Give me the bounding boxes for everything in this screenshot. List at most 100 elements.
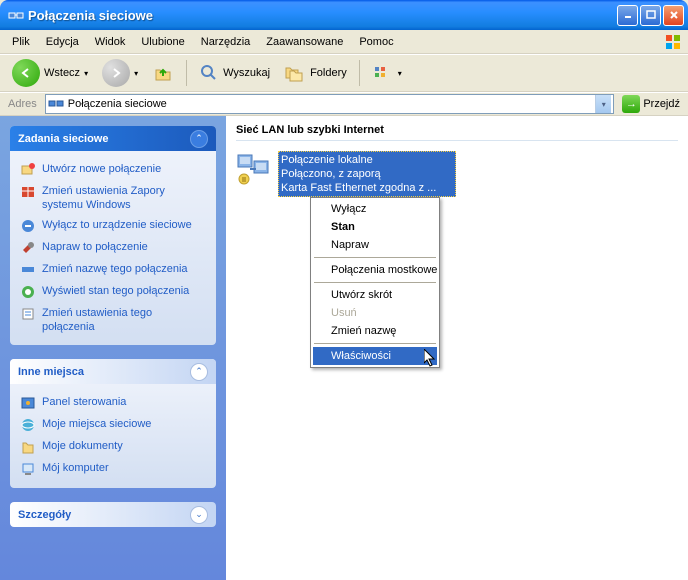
task-change-settings[interactable]: Zmień ustawienia tego połączenia	[20, 303, 206, 337]
ctx-shortcut[interactable]: Utwórz skrót	[313, 286, 437, 304]
computer-icon	[20, 461, 36, 477]
tasks-panel: Zadania sieciowe ⌃ Utwórz nowe połączeni…	[10, 126, 216, 345]
go-icon: →	[622, 95, 640, 113]
toolbar-separator	[186, 60, 187, 86]
minimize-button[interactable]	[617, 5, 638, 26]
address-label: Adres	[4, 98, 41, 110]
views-button[interactable]: ▾	[366, 59, 408, 87]
place-my-computer[interactable]: Mój komputer	[20, 458, 206, 480]
folders-button[interactable]: Foldery	[278, 59, 353, 87]
task-create-connection[interactable]: Utwórz nowe połączenie	[20, 159, 206, 181]
address-field[interactable]: Połączenia sieciowe ▾	[45, 94, 615, 114]
menu-advanced[interactable]: Zaawansowane	[258, 33, 351, 51]
wizard-icon	[20, 162, 36, 178]
ctx-rename[interactable]: Zmień nazwę	[313, 322, 437, 340]
ctx-separator	[314, 257, 436, 258]
address-bar: Adres Połączenia sieciowe ▾ → Przejdź	[0, 92, 688, 116]
places-panel: Inne miejsca ⌃ Panel sterowania Moje mie…	[10, 359, 216, 488]
maximize-button[interactable]	[640, 5, 661, 26]
forward-icon	[102, 59, 130, 87]
search-icon	[199, 63, 219, 83]
task-rename[interactable]: Zmień nazwę tego połączenia	[20, 259, 206, 281]
collapse-icon[interactable]: ⌃	[190, 130, 208, 148]
firewall-icon	[20, 184, 36, 200]
go-label: Przejdź	[643, 98, 680, 110]
places-panel-title: Inne miejsca	[18, 366, 190, 378]
views-dropdown-icon: ▾	[398, 69, 402, 78]
address-dropdown[interactable]: ▾	[595, 95, 611, 113]
network-places-icon	[20, 417, 36, 433]
control-panel-icon	[20, 395, 36, 411]
sidebar: Zadania sieciowe ⌃ Utwórz nowe połączeni…	[0, 116, 226, 580]
task-view-status[interactable]: Wyświetl stan tego połączenia	[20, 281, 206, 303]
task-disable-device[interactable]: Wyłącz to urządzenie sieciowe	[20, 215, 206, 237]
toolbar-separator	[359, 60, 360, 86]
menu-view[interactable]: Widok	[87, 33, 134, 51]
ctx-properties[interactable]: Właściwości	[313, 347, 437, 365]
places-panel-header[interactable]: Inne miejsca ⌃	[10, 359, 216, 384]
connection-name: Połączenie lokalne	[281, 153, 441, 167]
forward-dropdown-icon: ▾	[134, 69, 138, 78]
menu-favorites[interactable]: Ulubione	[133, 33, 192, 51]
settings-icon	[20, 306, 36, 322]
window-icon	[8, 7, 24, 23]
folder-up-icon	[152, 62, 174, 84]
connection-icon	[236, 151, 272, 187]
content-area: Sieć LAN lub szybki Internet Połączenie …	[226, 116, 688, 580]
menu-help[interactable]: Pomoc	[351, 33, 401, 51]
details-panel-title: Szczegóły	[18, 509, 190, 521]
toolbar: Wstecz ▾ ▾ Wyszukaj Foldery ▾	[0, 54, 688, 92]
back-button[interactable]: Wstecz ▾	[6, 55, 94, 91]
close-button[interactable]	[663, 5, 684, 26]
section-header: Sieć LAN lub szybki Internet	[236, 122, 678, 141]
menu-file[interactable]: Plik	[4, 33, 38, 51]
menu-bar: Plik Edycja Widok Ulubione Narzędzia Zaa…	[0, 30, 688, 54]
address-value: Połączenia sieciowe	[68, 98, 592, 110]
back-icon	[12, 59, 40, 87]
tasks-panel-title: Zadania sieciowe	[18, 133, 190, 145]
ctx-bridge[interactable]: Połączenia mostkowe	[313, 261, 437, 279]
menu-edit[interactable]: Edycja	[38, 33, 87, 51]
documents-icon	[20, 439, 36, 455]
folders-icon	[284, 63, 306, 83]
task-firewall-settings[interactable]: Zmień ustawienia Zapory systemu Windows	[20, 181, 206, 215]
place-control-panel[interactable]: Panel sterowania	[20, 392, 206, 414]
rename-icon	[20, 262, 36, 278]
details-panel: Szczegóły ⌄	[10, 502, 216, 527]
back-label: Wstecz	[44, 67, 80, 79]
place-my-documents[interactable]: Moje dokumenty	[20, 436, 206, 458]
ctx-separator	[314, 282, 436, 283]
menu-tools[interactable]: Narzędzia	[193, 33, 259, 51]
ctx-delete: Usuń	[313, 304, 437, 322]
repair-icon	[20, 240, 36, 256]
task-repair[interactable]: Napraw to połączenie	[20, 237, 206, 259]
disable-icon	[20, 218, 36, 234]
search-label: Wyszukaj	[223, 67, 270, 79]
ctx-status[interactable]: Stan	[313, 218, 437, 236]
connection-device: Karta Fast Ethernet zgodna z ...	[281, 181, 441, 195]
go-button[interactable]: → Przejdź	[618, 93, 684, 115]
ctx-disable[interactable]: Wyłącz	[313, 200, 437, 218]
title-bar: Połączenia sieciowe	[0, 0, 688, 30]
folders-label: Foldery	[310, 67, 347, 79]
back-dropdown-icon: ▾	[84, 69, 88, 78]
address-icon	[48, 96, 64, 112]
tasks-panel-header[interactable]: Zadania sieciowe ⌃	[10, 126, 216, 151]
status-icon	[20, 284, 36, 300]
details-panel-header[interactable]: Szczegóły ⌄	[10, 502, 216, 527]
context-menu: Wyłącz Stan Napraw Połączenia mostkowe U…	[310, 197, 440, 368]
window-title: Połączenia sieciowe	[28, 8, 617, 23]
windows-flag-icon	[664, 33, 682, 51]
ctx-separator	[314, 343, 436, 344]
connection-status: Połączono, z zaporą	[281, 167, 441, 181]
search-button[interactable]: Wyszukaj	[193, 59, 276, 87]
forward-button[interactable]: ▾	[96, 55, 144, 91]
collapse-icon[interactable]: ⌃	[190, 363, 208, 381]
connection-label-selected: Połączenie lokalne Połączono, z zaporą K…	[278, 151, 456, 197]
up-button[interactable]	[146, 58, 180, 88]
expand-icon[interactable]: ⌄	[190, 506, 208, 524]
views-icon	[372, 63, 394, 83]
place-network-places[interactable]: Moje miejsca sieciowe	[20, 414, 206, 436]
ctx-repair[interactable]: Napraw	[313, 236, 437, 254]
connection-item[interactable]: Połączenie lokalne Połączono, z zaporą K…	[236, 151, 456, 197]
